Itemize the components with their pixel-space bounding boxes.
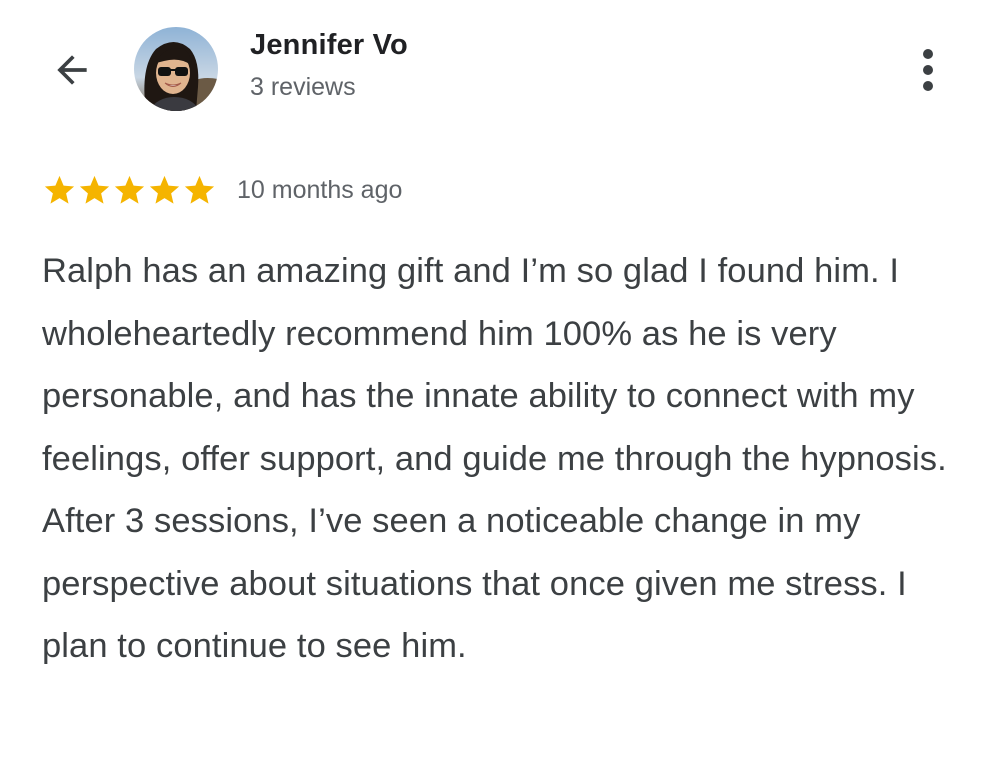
review-time: 10 months ago	[237, 176, 403, 204]
star-rating	[42, 173, 217, 208]
more-vert-icon-dot	[923, 81, 933, 91]
more-options-button[interactable]	[906, 40, 950, 100]
avatar[interactable]	[134, 27, 218, 111]
star-icon	[79, 175, 110, 204]
star-icon	[44, 175, 75, 204]
star-icon	[184, 175, 215, 204]
profile-photo	[134, 27, 218, 111]
reviewer-name[interactable]: Jennifer Vo	[250, 26, 408, 64]
more-vert-icon-dot	[923, 65, 933, 75]
star-icon	[114, 175, 145, 204]
review-count: 3 reviews	[250, 73, 356, 101]
review-page: Jennifer Vo 3 reviews 10 months ago Ralp…	[0, 0, 1000, 764]
star-icon	[149, 175, 180, 204]
reviewer-info[interactable]: Jennifer Vo 3 reviews	[250, 26, 408, 104]
review-text: Ralph has an amazing gift and I’m so gla…	[42, 252, 947, 665]
back-button[interactable]	[44, 42, 100, 98]
more-vert-icon	[923, 49, 933, 59]
arrow-left-icon	[57, 55, 87, 85]
rating-row: 10 months ago	[42, 170, 402, 210]
